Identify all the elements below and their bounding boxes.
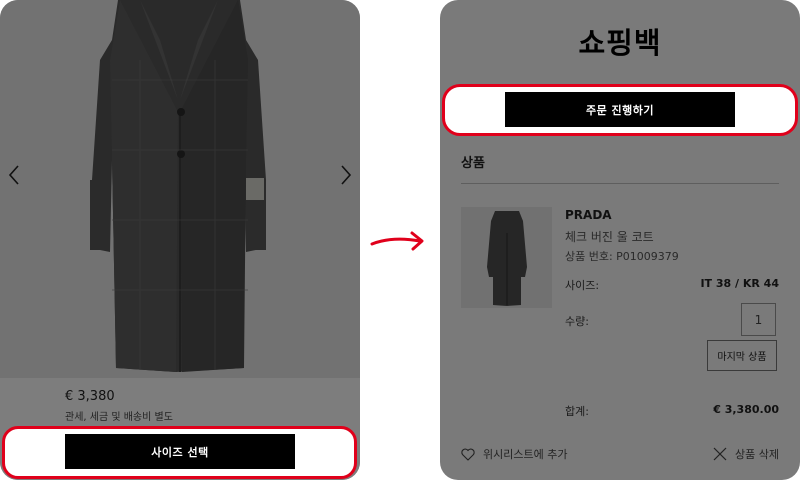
size-label: 사이즈:: [565, 279, 600, 292]
total-label: 합계:: [565, 405, 589, 418]
coat-thumbnail-image: [487, 211, 527, 306]
checkout-button[interactable]: 주문 진행하기: [505, 92, 735, 127]
arrow-right-icon: [370, 231, 424, 251]
coat-image: [90, 0, 266, 372]
select-size-button[interactable]: 사이즈 선택: [65, 434, 295, 469]
carousel-next-button[interactable]: [338, 163, 354, 187]
wishlist-label: 위시리스트에 추가: [483, 448, 568, 461]
product-thumbnail[interactable]: [461, 207, 552, 308]
total-value: € 3,380.00: [713, 403, 779, 416]
price-note: 관세, 세금 및 배송비 별도: [65, 412, 173, 423]
product-price: € 3,380: [65, 389, 115, 404]
remove-label: 상품 삭제: [735, 448, 779, 461]
product-detail-panel: € 3,380 관세, 세금 및 배송비 별도 사이즈 선택: [0, 0, 360, 480]
size-value: IT 38 / KR 44: [700, 277, 779, 290]
divider: [461, 183, 779, 184]
remove-item-button[interactable]: 상품 삭제: [713, 446, 779, 462]
heart-icon: [461, 448, 475, 461]
chevron-right-icon: [341, 165, 352, 185]
item-brand: PRADA: [565, 208, 612, 222]
item-name[interactable]: 체크 버진 울 코트: [565, 228, 654, 245]
item-number: 상품 번호: P01009379: [565, 250, 679, 263]
quantity-input[interactable]: 1: [741, 303, 776, 336]
carousel-prev-button[interactable]: [6, 163, 22, 187]
add-to-wishlist-button[interactable]: 위시리스트에 추가: [461, 446, 567, 462]
close-icon: [713, 447, 727, 461]
product-image: [0, 0, 360, 378]
chevron-left-icon: [8, 165, 19, 185]
page-title: 쇼핑백: [578, 26, 662, 60]
quantity-label: 수량:: [565, 315, 589, 328]
shopping-bag-panel: 쇼핑백 주문 진행하기 상품 PRADA 체크 버진 울 코트 상품 번호: P…: [440, 0, 800, 480]
last-item-tooltip: 마지막 상품: [707, 340, 777, 371]
items-section-label: 상품: [461, 156, 485, 171]
